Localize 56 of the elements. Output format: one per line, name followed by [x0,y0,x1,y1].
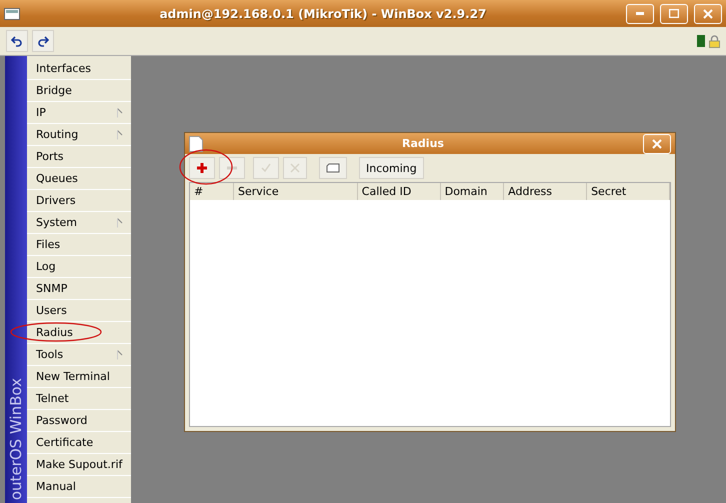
minus-icon [226,166,238,170]
redo-button[interactable] [32,30,54,52]
checkmark-icon [260,162,272,174]
column-header[interactable]: Called ID [358,183,441,200]
close-icon [652,138,662,148]
menu-item[interactable]: New Terminal [27,366,131,388]
redo-icon [37,35,49,47]
menu-item[interactable]: Telnet [27,388,131,410]
menu-item[interactable]: Files [27,234,131,256]
menu-item[interactable]: Queues [27,168,131,190]
submenu-arrow-icon [117,350,123,360]
cross-icon [290,163,300,173]
undo-icon [11,35,23,47]
submenu-arrow-icon [117,130,123,140]
menu-item[interactable]: Interfaces [27,58,131,80]
column-header[interactable]: # [190,183,234,200]
menu-item[interactable]: Manual [27,476,131,498]
submenu-arrow-icon [117,108,123,118]
annotation-ellipse [179,149,233,185]
window-title: Radius [401,137,445,150]
window-title: admin@192.168.0.1 (MikroTik) - WinBox v2.9.27 [158,6,488,20]
menu-item[interactable]: Routing [27,124,131,146]
comment-button[interactable] [319,157,347,179]
incoming-button[interactable]: Incoming [359,157,424,179]
menu-item[interactable]: Drivers [27,190,131,212]
minimize-button[interactable] [626,4,654,24]
close-button[interactable] [694,4,722,24]
column-header[interactable]: Secret [587,183,670,200]
minimize-icon [636,12,644,15]
menu-item[interactable]: SNMP [27,278,131,300]
menu-item[interactable]: Make Supout.rif [27,454,131,476]
close-button[interactable] [643,134,671,154]
undo-button[interactable] [6,30,28,52]
menu-item[interactable]: Bridge [27,80,131,102]
menu-item[interactable]: Log [27,256,131,278]
note-icon [326,163,340,173]
menu-item[interactable]: Tools [27,344,131,366]
menu-item[interactable]: Users [27,300,131,322]
menu-item[interactable]: System [27,212,131,234]
document-icon [189,136,203,152]
menu-item[interactable]: Password [27,410,131,432]
submenu-arrow-icon [117,218,123,228]
plus-icon [196,162,208,174]
menu-item[interactable]: IP [27,102,131,124]
column-header[interactable]: Address [504,183,588,200]
brand-text: outerOS WinBox [7,378,25,500]
maximize-icon [669,9,679,18]
add-button[interactable] [189,157,215,179]
maximize-button[interactable] [660,4,688,24]
column-header[interactable]: Domain [440,183,504,200]
window-icon [4,8,20,20]
close-icon [703,8,713,18]
menu-item[interactable]: Certificate [27,432,131,454]
menu-item[interactable]: Radius [27,322,131,344]
menu-item[interactable]: Ports [27,146,131,168]
column-header[interactable]: Service [234,183,358,200]
